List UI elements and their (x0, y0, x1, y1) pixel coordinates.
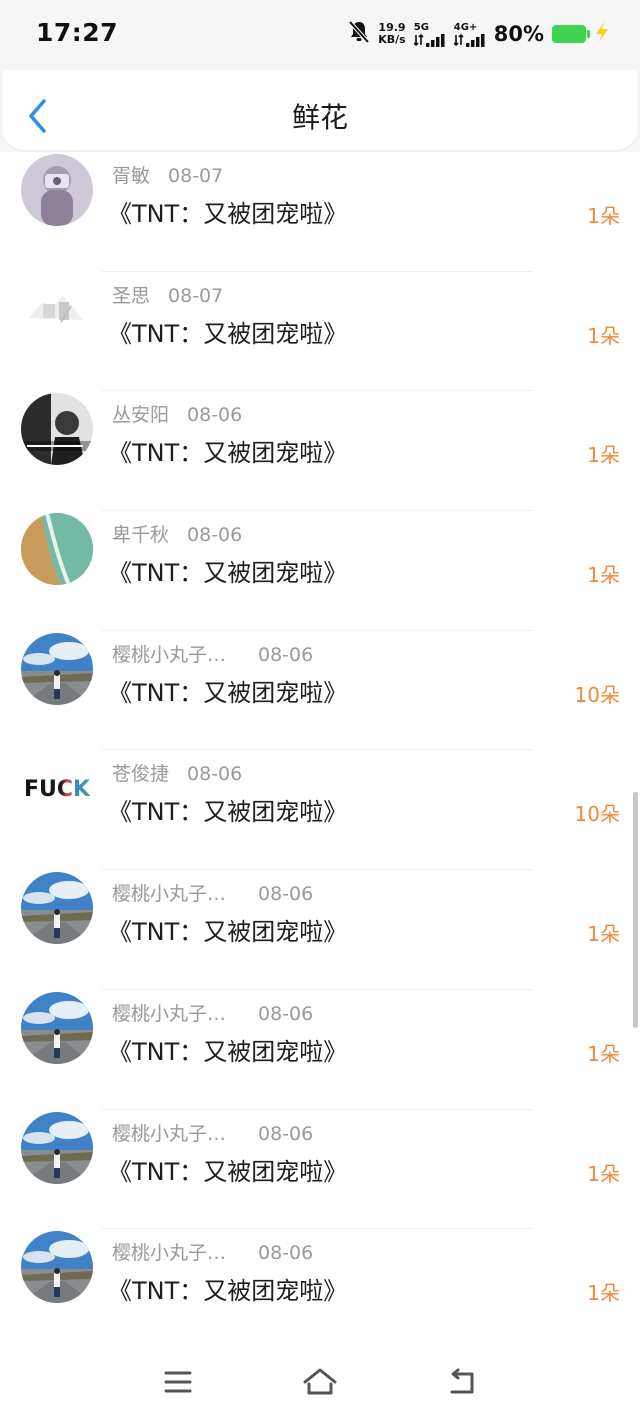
net-speed-unit: KB/s (378, 33, 406, 46)
menu-button[interactable] (158, 1362, 198, 1402)
list-item[interactable]: 胥敏 08-07 《TNT：又被团宠啦》 1朵 (0, 152, 640, 272)
list-item[interactable]: FUCK 苍俊捷 08-06 《TNT：又被团宠啦》 10朵 (0, 750, 640, 871)
signal-icon (413, 33, 445, 47)
send-date: 08-06 (258, 1122, 314, 1145)
flower-count: 10朵 (574, 802, 620, 827)
landscape-person-avatar[interactable] (21, 1111, 93, 1184)
item-meta: 卑千秋 08-06 (112, 520, 242, 547)
header: 鲜花 (0, 70, 640, 152)
sender-name: 丛安阳 (112, 404, 170, 427)
list-item[interactable]: 樱桃小丸子… 08-06 《TNT：又被团宠啦》 1朵 (0, 990, 640, 1110)
list-item[interactable]: 樱桃小丸子… 08-06 《TNT：又被团宠啦》 10朵 (0, 631, 640, 751)
status-indicators: 19.9 KB/s 5G 4G+ 80% (348, 18, 610, 50)
sender-name: 胥敏 (112, 165, 151, 187)
landscape-person-avatar[interactable] (21, 632, 93, 705)
list-item[interactable]: 卑千秋 08-06 《TNT：又被团宠啦》 1朵 (0, 511, 640, 631)
item-meta: 樱桃小丸子… 08-06 (112, 999, 313, 1026)
net-speed: 19.9 KB/s (378, 22, 405, 46)
list-item[interactable]: 樱桃小丸子… 08-06 《TNT：又被团宠啦》 1朵 (0, 1229, 640, 1349)
book-title: 《TNT：又被团宠啦》 (108, 439, 348, 468)
list-item[interactable]: 樱桃小丸子… 08-06 《TNT：又被团宠啦》 1朵 (0, 870, 640, 990)
landscape-person-avatar[interactable] (21, 991, 93, 1064)
list-item[interactable]: 丛安阳 08-06 《TNT：又被团宠啦》 1朵 (0, 391, 640, 512)
item-meta: 丛安阳 08-06 (112, 400, 242, 427)
landscape-person-avatar[interactable] (21, 872, 93, 945)
scrollbar[interactable] (633, 792, 638, 1028)
home-icon (303, 1368, 337, 1395)
book-title: 《TNT：又被团宠啦》 (108, 678, 348, 707)
book-title: 《TNT：又被团宠啦》 (108, 559, 348, 588)
list-item[interactable]: 樱桃小丸子… 08-06 《TNT：又被团宠啦》 1朵 (0, 1110, 640, 1230)
send-date: 08-06 (187, 404, 243, 427)
back-icon (450, 1368, 474, 1394)
send-date: 08-06 (187, 763, 243, 786)
book-title: 《TNT：又被团宠啦》 (108, 1277, 348, 1306)
sim2-signal: 4G+ (453, 21, 486, 47)
flower-count: 1朵 (587, 922, 620, 947)
item-meta: 苍俊捷 08-06 (112, 759, 242, 786)
landscape-person-avatar[interactable] (21, 1231, 93, 1304)
send-date: 08-06 (258, 1242, 314, 1265)
book-title: 《TNT：又被团宠啦》 (108, 319, 348, 348)
bell-muted-icon (348, 20, 370, 48)
item-meta: 樱桃小丸子… 08-06 (112, 1238, 313, 1265)
header-card: 鲜花 (2, 70, 638, 150)
send-date: 08-06 (258, 1002, 314, 1025)
book-title: 《TNT：又被团宠啦》 (108, 1037, 348, 1066)
flower-count: 1朵 (587, 323, 620, 348)
item-meta: 樱桃小丸子… 08-06 (112, 879, 313, 906)
item-meta: 樱桃小丸子… 08-06 (112, 640, 313, 667)
flower-count: 1朵 (587, 1281, 620, 1306)
flower-count: 1朵 (587, 204, 620, 228)
sim1-signal: 5G (413, 21, 446, 47)
sender-name: 樱桃小丸子… (112, 1122, 227, 1145)
item-meta: 圣思 08-07 (112, 281, 223, 308)
home-button[interactable] (300, 1362, 340, 1402)
sender-name: 樱桃小丸子… (112, 1002, 227, 1025)
back-nav-button[interactable] (442, 1362, 482, 1402)
battery-percent: 80% (493, 22, 544, 46)
page-title: 鲜花 (291, 101, 348, 134)
send-date: 08-06 (258, 643, 314, 666)
book-title: 《TNT：又被团宠啦》 (108, 200, 348, 228)
flower-count: 1朵 (587, 1041, 620, 1066)
sim1-label: 5G (413, 21, 429, 33)
gift-list: 胥敏 08-07 《TNT：又被团宠啦》 1朵 圣思 08-07 《TNT：又被团宠… (0, 152, 640, 1349)
send-date: 08-06 (258, 883, 314, 906)
item-meta: 胥敏 08-07 (112, 161, 223, 188)
avatar-logo-text: FUCK (24, 777, 91, 802)
battery-icon (552, 25, 590, 43)
item-meta: 樱桃小丸子… 08-06 (112, 1119, 313, 1146)
sender-name: 圣思 (112, 284, 151, 307)
charging-bolt-icon (594, 21, 610, 47)
flower-count: 1朵 (587, 443, 620, 468)
book-title: 《TNT：又被团宠啦》 (108, 1157, 348, 1186)
beach-avatar[interactable] (21, 513, 93, 586)
status-bar: 17:27 19.9 KB/s 5G 4G+ 80% (0, 0, 640, 70)
text-logo-avatar[interactable]: FUCK (21, 752, 93, 825)
signal-icon (453, 33, 485, 47)
flower-count: 10朵 (574, 682, 620, 707)
status-time: 17:27 (36, 18, 119, 47)
bw-portrait-avatar[interactable] (21, 393, 93, 466)
book-title: 《TNT：又被团宠啦》 (108, 918, 348, 947)
blurred-photo-avatar[interactable] (21, 154, 93, 226)
send-date: 08-06 (187, 524, 243, 547)
sender-name: 樱桃小丸子… (112, 1242, 227, 1265)
send-date: 08-07 (168, 165, 224, 187)
book-title: 《TNT：又被团宠啦》 (108, 798, 348, 827)
sender-name: 樱桃小丸子… (112, 883, 227, 906)
sender-name: 樱桃小丸子… (112, 643, 227, 666)
send-date: 08-07 (168, 284, 224, 307)
sim2-label: 4G+ (453, 21, 478, 33)
sender-name: 卑千秋 (112, 524, 170, 547)
sketch-avatar[interactable] (21, 273, 93, 346)
flower-count: 1朵 (587, 563, 620, 588)
menu-icon (164, 1371, 192, 1393)
list-item[interactable]: 圣思 08-07 《TNT：又被团宠啦》 1朵 (0, 272, 640, 392)
sender-name: 苍俊捷 (112, 763, 170, 786)
system-nav-bar (0, 1340, 640, 1422)
flower-count: 1朵 (587, 1161, 620, 1186)
